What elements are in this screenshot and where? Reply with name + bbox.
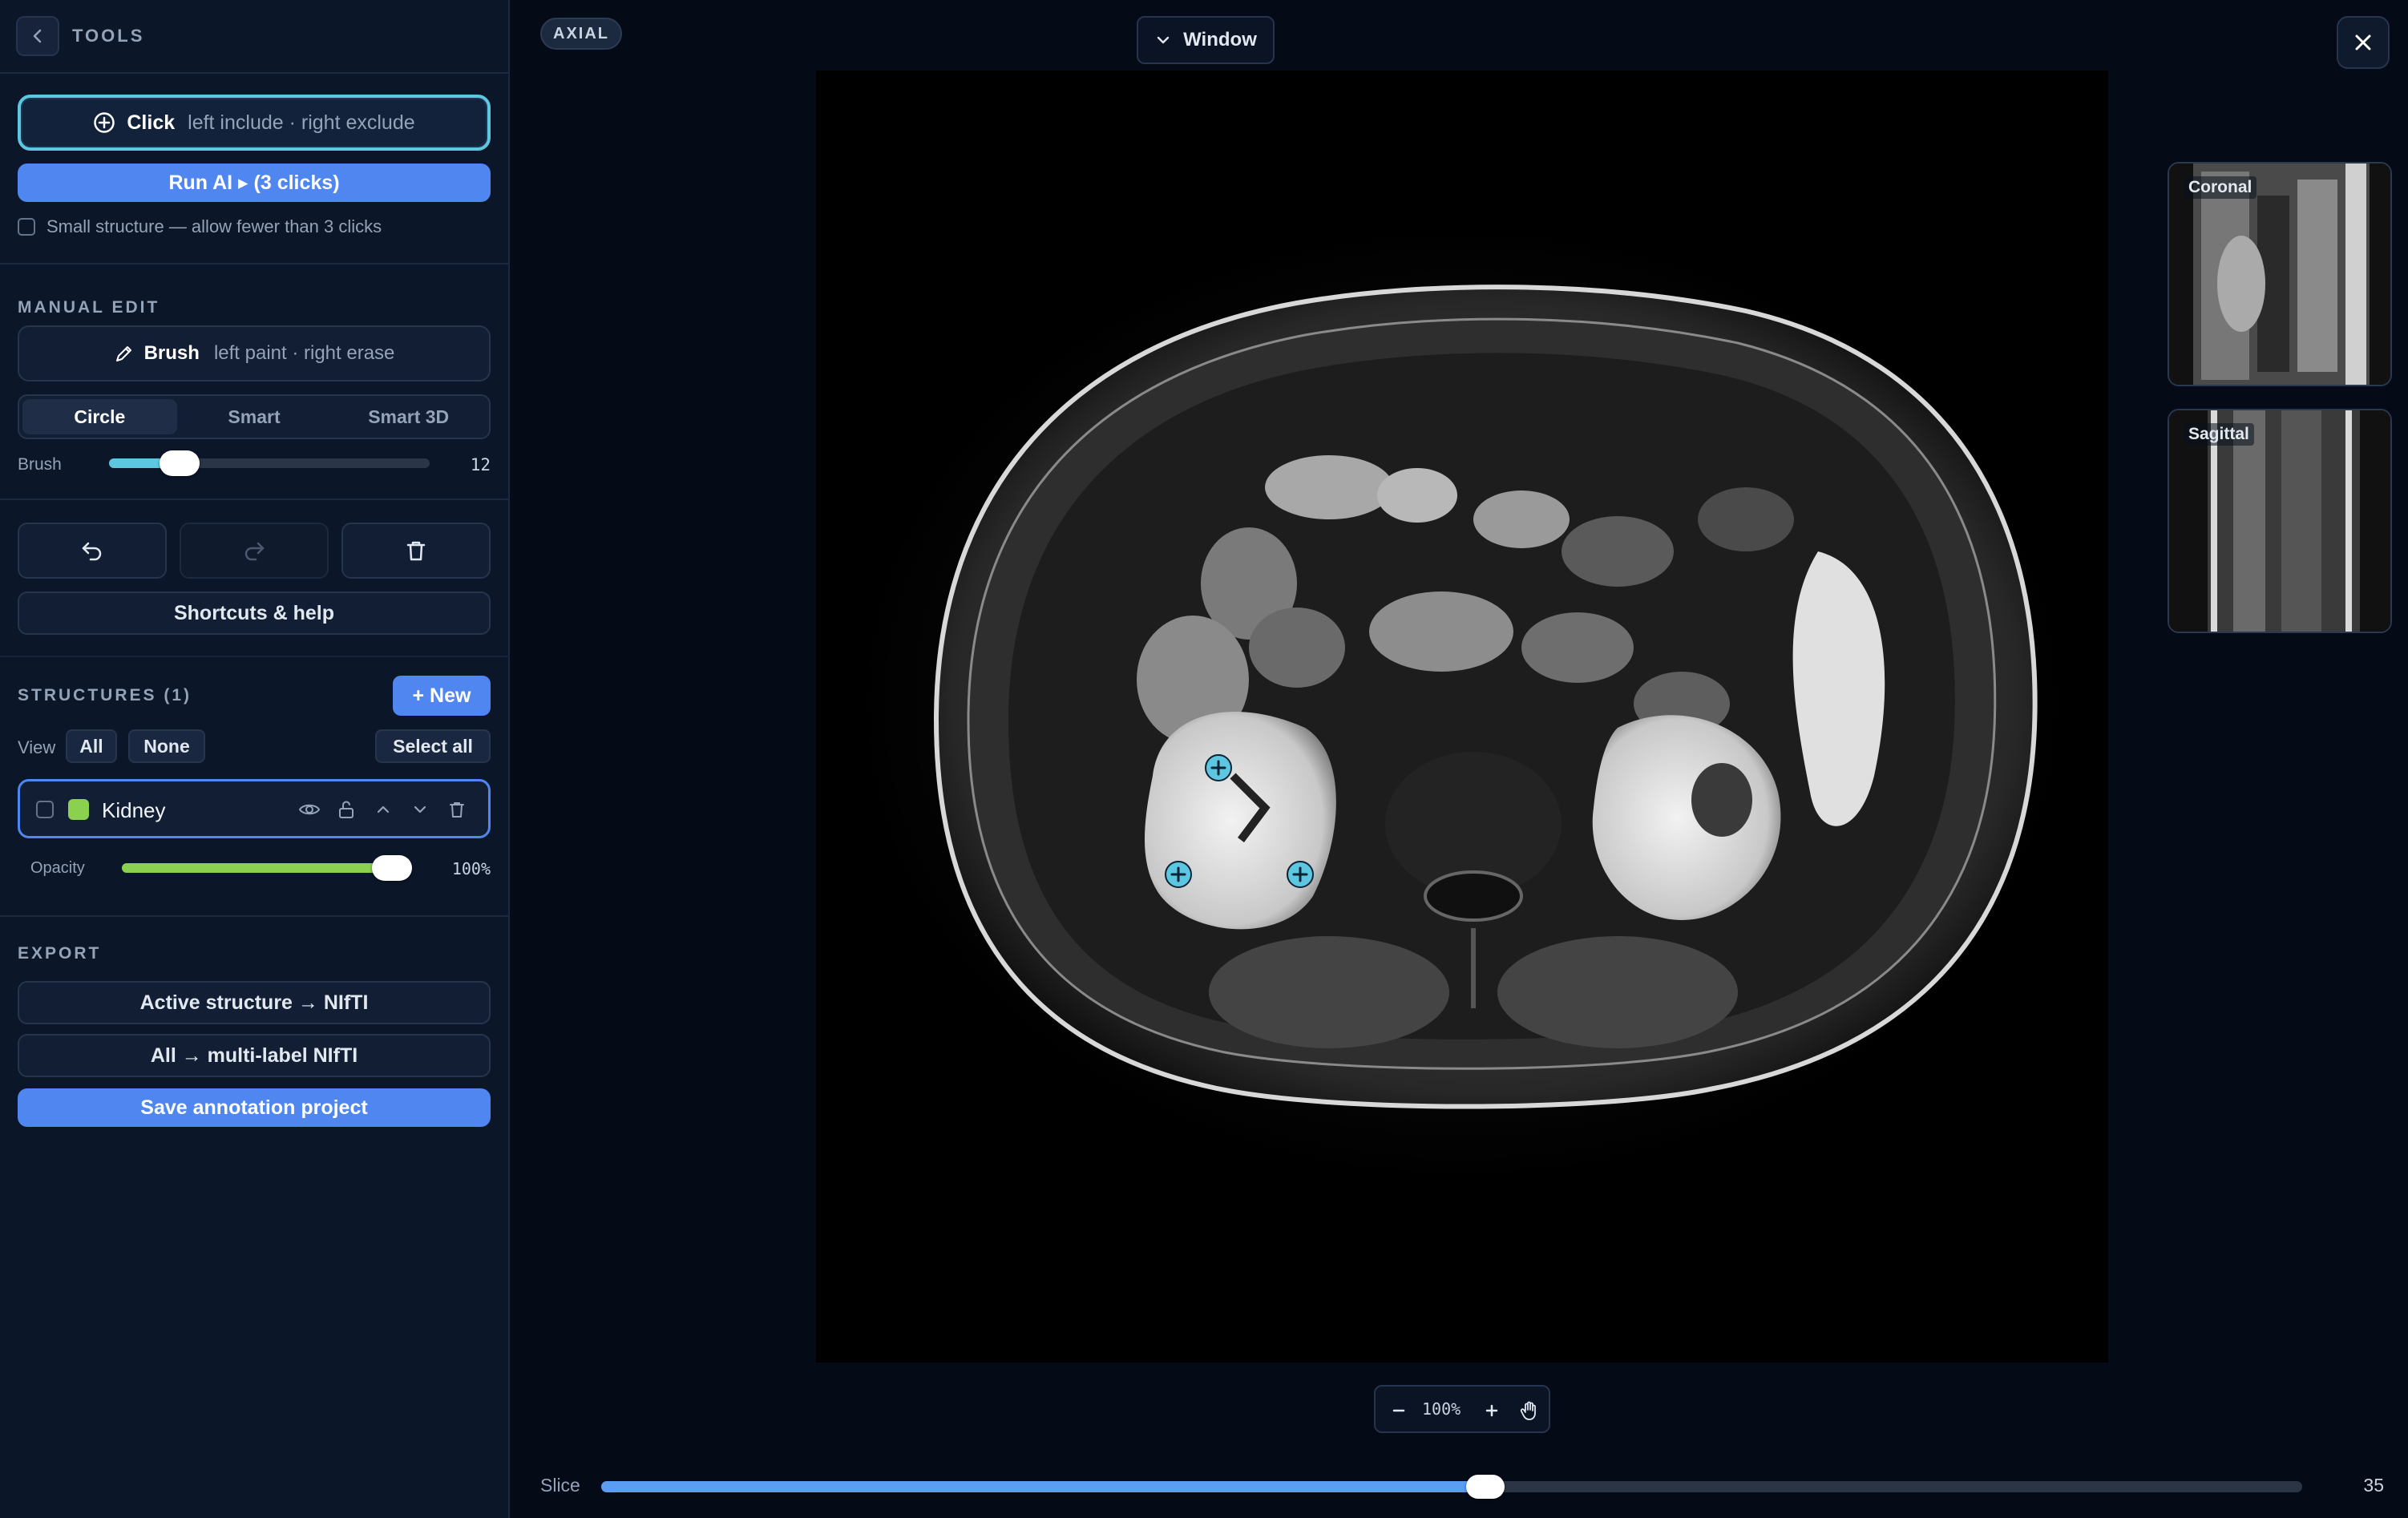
brush-tool-button[interactable]: Brush left paint · right erase [18, 325, 491, 382]
unlock-icon [339, 801, 354, 818]
opacity-row: Opacity 100% [30, 854, 491, 881]
visibility-row: View All None Select all [18, 729, 491, 763]
coronal-thumbnail[interactable]: Coronal [2168, 162, 2392, 386]
opacity-label: Opacity [30, 859, 85, 877]
window-label: Window [1183, 29, 1257, 50]
plus-circle-icon [94, 112, 115, 133]
click-tool-button[interactable]: Click left include · right exclude [18, 95, 491, 151]
structure-checkbox[interactable] [36, 801, 54, 818]
new-structure-button[interactable]: + New [393, 676, 491, 716]
sagittal-thumbnail[interactable]: Sagittal [2168, 409, 2392, 633]
view-all-button[interactable]: All [66, 729, 117, 763]
back-button[interactable] [16, 16, 59, 56]
chevron-up-icon [377, 805, 390, 814]
window-dropdown[interactable]: Window [1137, 16, 1275, 64]
structures-heading: STRUCTURES (1) [18, 686, 192, 704]
pencil-icon [115, 346, 131, 361]
divider [0, 656, 510, 657]
view-label: View [18, 737, 56, 757]
close-button[interactable] [2337, 16, 2390, 69]
divider [0, 263, 510, 264]
plus-icon [1485, 1404, 1498, 1417]
slice-thumb[interactable] [1466, 1475, 1505, 1499]
view-badge: AXIAL [540, 18, 622, 50]
small-structure-checkbox[interactable] [18, 218, 35, 236]
mode-smart[interactable]: Smart [177, 399, 332, 434]
trash-icon [450, 802, 464, 818]
delete-structure-button[interactable] [445, 797, 469, 822]
save-project-button[interactable]: Save annotation project [18, 1088, 491, 1127]
zoom-out-button[interactable] [1387, 1399, 1411, 1423]
move-up-button[interactable] [371, 797, 395, 822]
sidebar-title: TOOLS [72, 26, 145, 46]
export-all-button[interactable]: All → multi-label NIfTI [18, 1034, 491, 1077]
brush-tool-hint: left paint · right erase [213, 342, 395, 364]
select-all-button[interactable]: Select all [375, 729, 491, 763]
pan-tool-button[interactable] [1517, 1398, 1542, 1423]
chevron-down-icon [1157, 36, 1170, 44]
tools-sidebar: TOOLS Click left include · right exclude… [0, 0, 510, 1518]
sagittal-label: Sagittal [2184, 423, 2254, 446]
structure-color-swatch[interactable] [68, 799, 89, 820]
export-active-button[interactable]: Active structure → NIfTI [18, 981, 491, 1024]
small-structure-option[interactable]: Small structure — allow fewer than 3 cli… [18, 216, 382, 237]
trash-icon [406, 541, 426, 561]
chevron-down-icon [414, 805, 426, 814]
toggle-visibility-button[interactable] [297, 797, 321, 822]
zoom-control: 100% [1374, 1385, 1550, 1433]
include-click-marker [1287, 861, 1314, 888]
opacity-fill [122, 863, 409, 873]
undo-button[interactable] [18, 523, 167, 579]
zoom-value: 100% [1422, 1399, 1461, 1419]
slice-control: Slice 35 [540, 1473, 2384, 1499]
zoom-in-button[interactable] [1480, 1399, 1504, 1423]
mode-smart-3d[interactable]: Smart 3D [331, 399, 486, 434]
minus-icon [1392, 1409, 1405, 1412]
hand-icon [1520, 1401, 1536, 1420]
opacity-value: 100% [451, 859, 491, 878]
small-structure-label: Small structure — allow fewer than 3 cli… [46, 216, 382, 236]
brush-mode-selector: Circle Smart Smart 3D [18, 394, 491, 439]
opacity-thumb[interactable] [372, 855, 412, 881]
run-ai-button[interactable]: Run AI ▸ (3 clicks) [18, 164, 491, 202]
slice-fill [601, 1481, 1485, 1492]
brush-size-row: Brush 12 [18, 449, 491, 478]
click-tool-name: Click [127, 111, 176, 134]
sidebar-header: TOOLS [0, 0, 510, 74]
slice-value: 35 [2363, 1475, 2384, 1496]
divider [0, 499, 510, 500]
export-heading: EXPORT [18, 944, 102, 963]
coronal-label: Coronal [2184, 176, 2257, 199]
brush-size-value: 12 [470, 455, 491, 474]
toggle-lock-button[interactable] [334, 797, 358, 822]
redo-button[interactable] [180, 523, 329, 579]
chevron-left-icon [33, 29, 42, 43]
eye-icon [298, 804, 321, 815]
view-none-button[interactable]: None [128, 729, 205, 763]
move-down-button[interactable] [408, 797, 432, 822]
slice-label: Slice [540, 1475, 580, 1496]
opacity-slider[interactable] [122, 855, 412, 881]
structure-item[interactable]: Kidney [18, 779, 491, 838]
include-click-marker [1205, 754, 1232, 781]
click-tool-hint: left include · right exclude [188, 111, 415, 134]
delete-button[interactable] [341, 523, 491, 579]
slice-slider[interactable] [601, 1475, 2302, 1499]
brush-size-thumb[interactable] [160, 450, 200, 476]
redo-icon [244, 542, 265, 561]
axial-viewport[interactable] [816, 71, 2108, 1363]
brush-size-slider[interactable] [109, 450, 430, 476]
undo-icon [82, 542, 102, 561]
divider [0, 915, 510, 917]
axial-mri-image [816, 71, 2108, 1363]
brush-tool-name: Brush [143, 342, 200, 364]
include-click-marker [1165, 861, 1192, 888]
structure-name: Kidney [102, 798, 166, 822]
shortcuts-help-button[interactable]: Shortcuts & help [18, 591, 491, 635]
manual-edit-heading: MANUAL EDIT [18, 298, 160, 317]
mode-circle[interactable]: Circle [22, 399, 177, 434]
close-icon [2355, 34, 2371, 50]
brush-size-label: Brush [18, 455, 62, 474]
